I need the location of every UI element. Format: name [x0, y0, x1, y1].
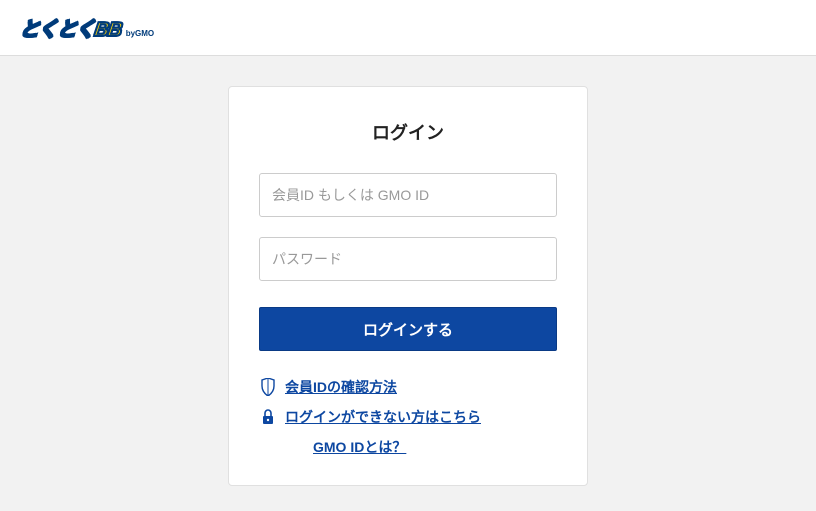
shield-icon — [259, 378, 277, 396]
confirm-id-link[interactable]: 会員IDの確認方法 — [285, 377, 397, 397]
link-row-gmoid: GMO IDとは？ — [259, 437, 557, 457]
password-input[interactable] — [259, 237, 557, 281]
logo[interactable]: とくとくBB byGMO — [20, 13, 154, 42]
header: とくとくBB byGMO — [0, 0, 816, 56]
login-card: ログイン ログインする 会員IDの確認方法 ログインができない方はこちら — [228, 86, 588, 486]
logo-text-toku: とくとく — [18, 19, 96, 41]
link-row-cannot-login: ログインができない方はこちら — [259, 407, 557, 427]
cannot-login-link[interactable]: ログインができない方はこちら — [285, 407, 481, 427]
content: ログイン ログインする 会員IDの確認方法 ログインができない方はこちら — [0, 56, 816, 486]
lock-icon — [259, 408, 277, 426]
link-row-confirm-id: 会員IDの確認方法 — [259, 377, 557, 397]
logo-text-bb: BB — [93, 19, 123, 41]
login-button[interactable]: ログインする — [259, 307, 557, 351]
gmoid-link[interactable]: GMO IDとは？ — [313, 439, 406, 455]
login-title: ログイン — [259, 119, 557, 145]
member-id-input[interactable] — [259, 173, 557, 217]
logo-sub: byGMO — [126, 29, 154, 38]
